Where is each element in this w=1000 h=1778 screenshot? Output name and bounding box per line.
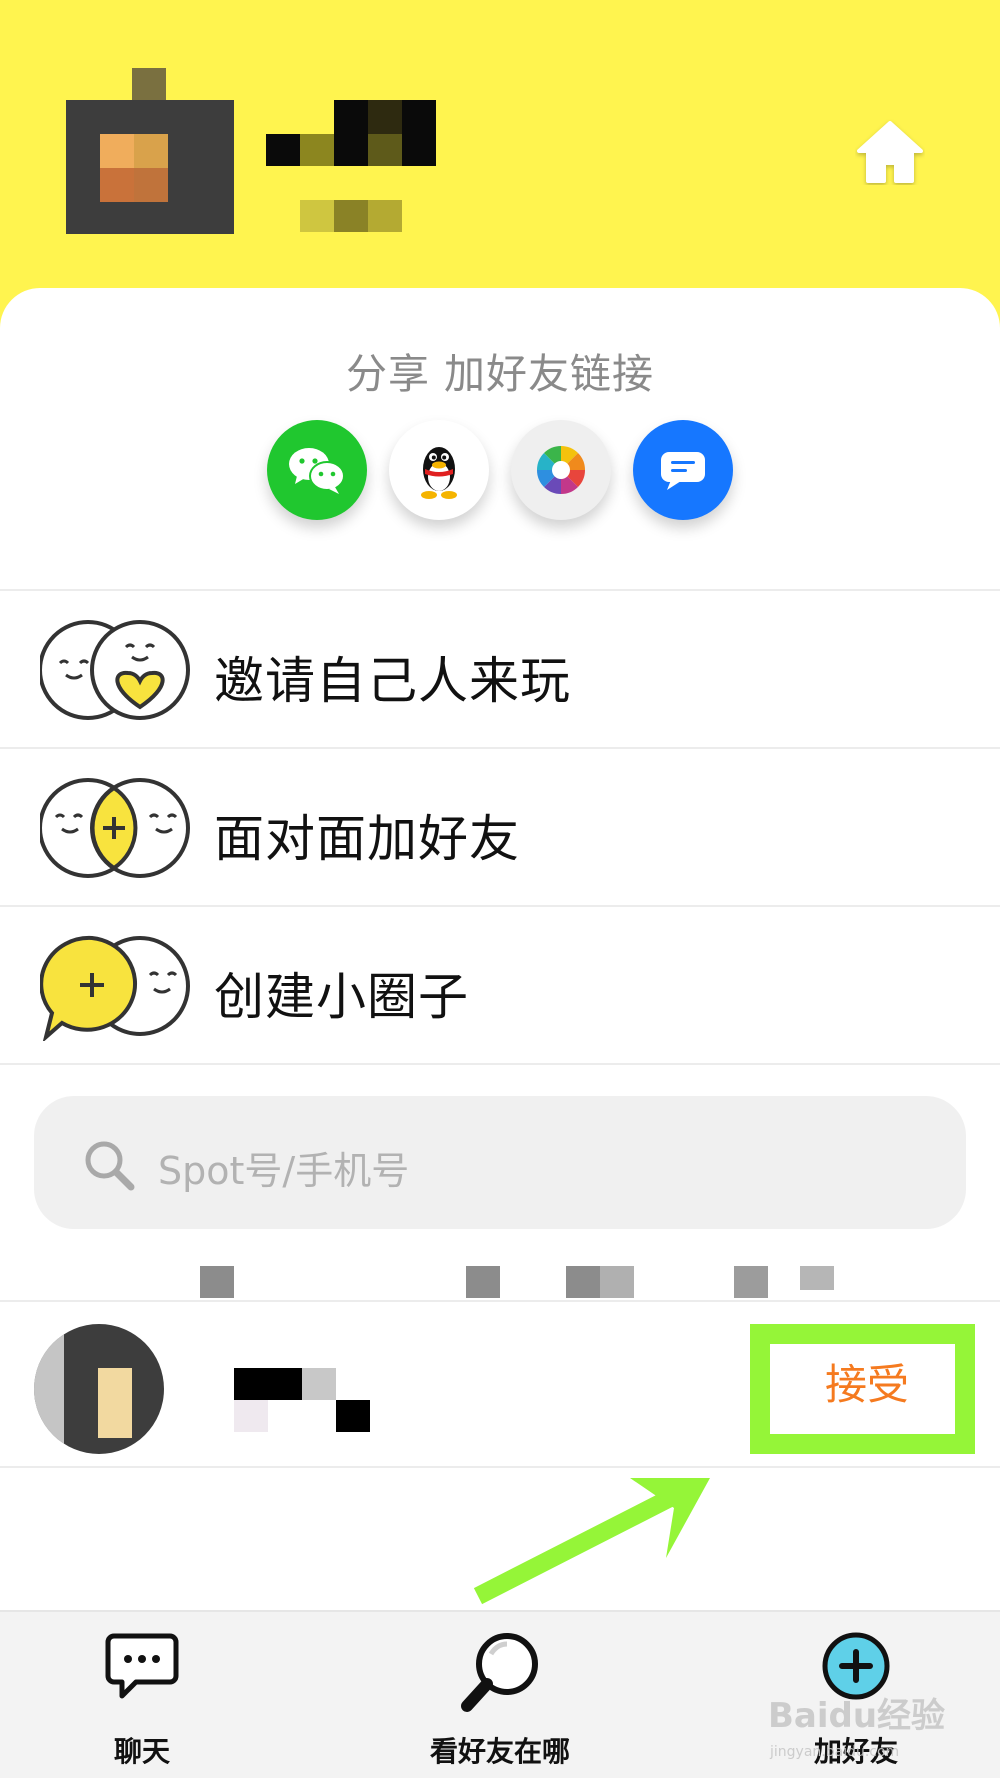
menu-item-face-to-face[interactable]: 面对面加好友 — [0, 747, 1000, 905]
share-message-button[interactable] — [633, 420, 733, 520]
search-input[interactable]: Spot号/手机号 — [34, 1096, 966, 1229]
overlap-faces-plus-icon — [40, 778, 190, 878]
tab-chat-label: 聊天 — [113, 1735, 170, 1768]
search-icon — [85, 1141, 135, 1191]
share-icons-row — [265, 420, 735, 525]
menu-face-to-face-label: 面对面加好友 — [214, 810, 520, 868]
share-wechat-button[interactable] — [267, 420, 367, 520]
share-title: 分享 加好友链接 — [345, 350, 655, 398]
request-avatar — [34, 1324, 164, 1454]
camera-aperture-icon — [536, 445, 586, 495]
username-redacted — [266, 100, 436, 236]
heart-faces-icon — [40, 620, 190, 720]
tab-find-friends-label: 看好友在哪 — [429, 1735, 570, 1768]
user-avatar[interactable] — [66, 68, 236, 234]
speech-bubble-plus-icon — [40, 935, 190, 1041]
home-button[interactable] — [850, 112, 930, 192]
home-icon — [857, 121, 923, 183]
menu-item-invite[interactable]: 邀请自己人来玩 — [0, 589, 1000, 747]
baidu-watermark: Baidu经验 — [768, 1696, 946, 1736]
tab-find-friends[interactable]: 看好友在哪 — [410, 1612, 590, 1778]
menu-create-circle-label: 创建小圈子 — [214, 968, 469, 1026]
accept-button[interactable]: 接受 — [792, 1352, 942, 1418]
message-bubble-icon — [661, 452, 705, 490]
share-qq-button[interactable] — [389, 420, 489, 520]
menu-invite-label: 邀请自己人来玩 — [214, 652, 571, 710]
menu-item-create-circle[interactable]: 创建小圈子 — [0, 905, 1000, 1065]
profile-header — [0, 0, 1000, 330]
search-placeholder: Spot号/手机号 — [158, 1149, 410, 1193]
qq-penguin-icon — [421, 447, 457, 499]
annotation-arrow — [473, 1478, 710, 1605]
magnifier-icon — [461, 1633, 538, 1712]
wechat-icon — [289, 448, 345, 494]
baidu-watermark-url: jingyan.baidu.com — [770, 1744, 900, 1760]
tab-chat[interactable]: 聊天 — [62, 1612, 222, 1778]
request-username-redacted — [234, 1368, 370, 1438]
share-album-button[interactable] — [511, 420, 611, 520]
chat-bubble-icon — [105, 1633, 179, 1699]
